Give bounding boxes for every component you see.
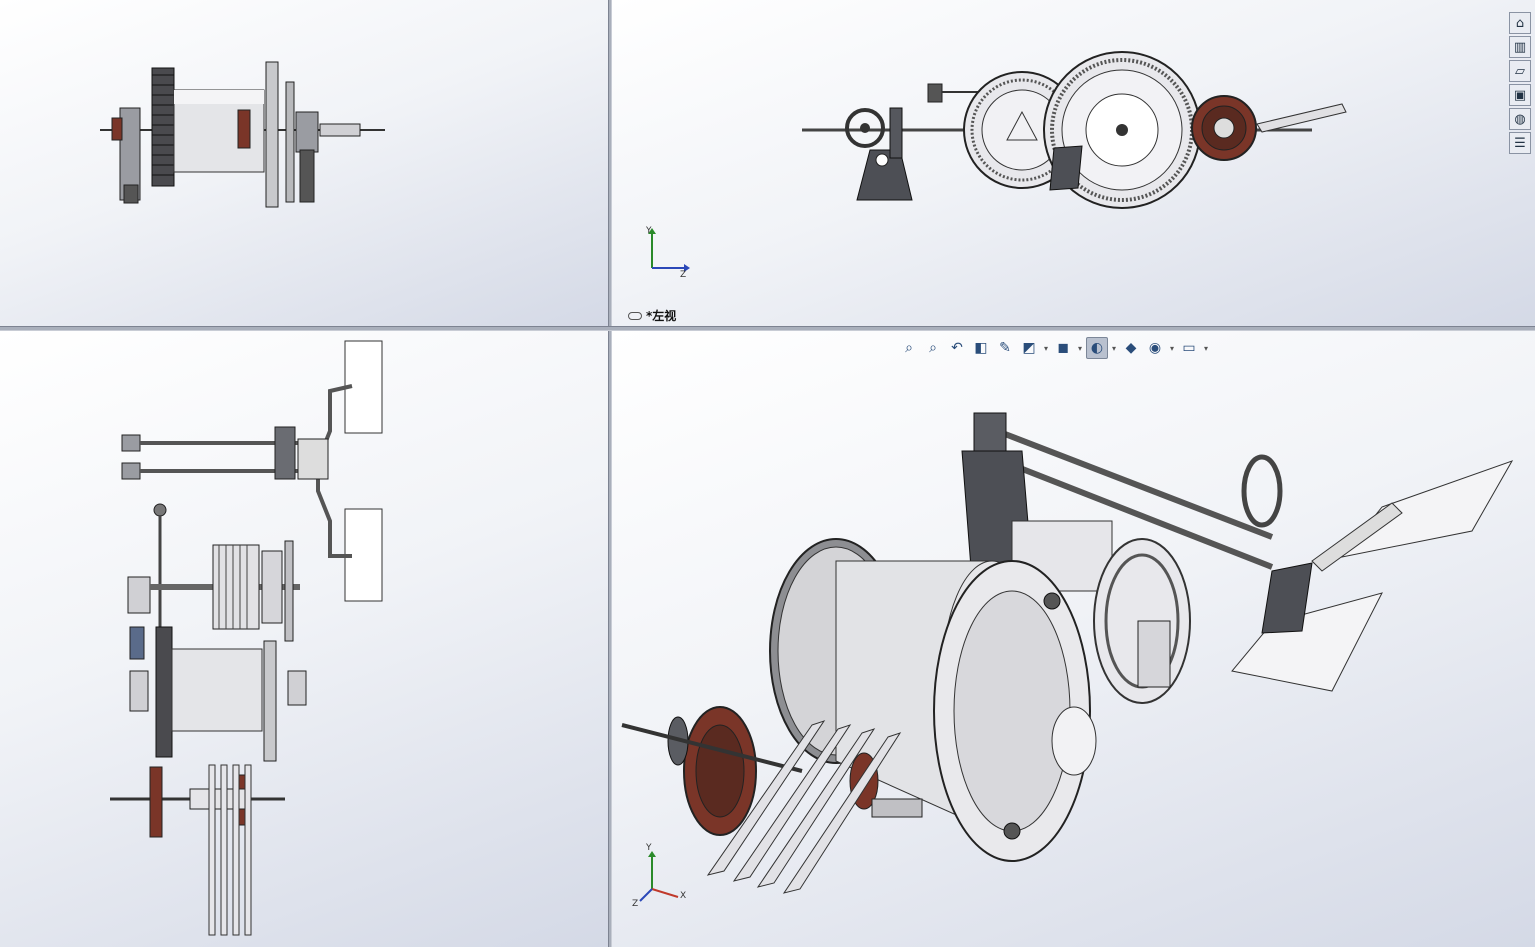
view-name-text: *左视: [646, 309, 677, 323]
axis-triad: Y X Z: [632, 843, 692, 909]
view-name-label: *左视: [628, 307, 676, 324]
triad-x-label: X: [680, 891, 687, 901]
triad-y-label: Y: [646, 226, 652, 236]
triad-y-label: Y: [646, 843, 652, 853]
design-library-icon[interactable]: ▥: [1509, 36, 1531, 58]
viewport-horizontal-splitter[interactable]: [0, 326, 1535, 331]
view-palette-icon[interactable]: ▣: [1509, 84, 1531, 106]
triad-z-label: Z: [632, 899, 639, 909]
model-front-view: [110, 340, 383, 936]
file-explorer-icon[interactable]: ▱: [1509, 60, 1531, 82]
viewport-top[interactable]: [0, 0, 608, 326]
model-top-view: [100, 61, 385, 208]
home-icon[interactable]: ⌂: [1509, 12, 1531, 34]
viewport-vertical-splitter[interactable]: [608, 0, 612, 947]
appearances-icon[interactable]: ◍: [1509, 108, 1531, 130]
link-icon: [628, 311, 642, 320]
viewport-isometric[interactable]: ⌕ ⌕ ↶ ◧ ✎ ◩ ▾ ◼ ▾ ◐ ▾ ◆ ◉ ▾ ▭ ▾ Y X Z: [612, 331, 1535, 947]
viewport-front[interactable]: [0, 331, 608, 947]
model-left-view: [802, 51, 1347, 209]
custom-properties-icon[interactable]: ☰: [1509, 132, 1531, 154]
viewport-left[interactable]: Y Z *左视 ⌂ ▥ ▱ ▣ ◍ ☰: [612, 0, 1535, 326]
model-isometric-view: [621, 412, 1514, 894]
axis-triad: Y Z: [642, 226, 692, 280]
triad-z-label: Z: [680, 270, 687, 280]
task-pane-tabs: ⌂ ▥ ▱ ▣ ◍ ☰: [1509, 12, 1533, 154]
